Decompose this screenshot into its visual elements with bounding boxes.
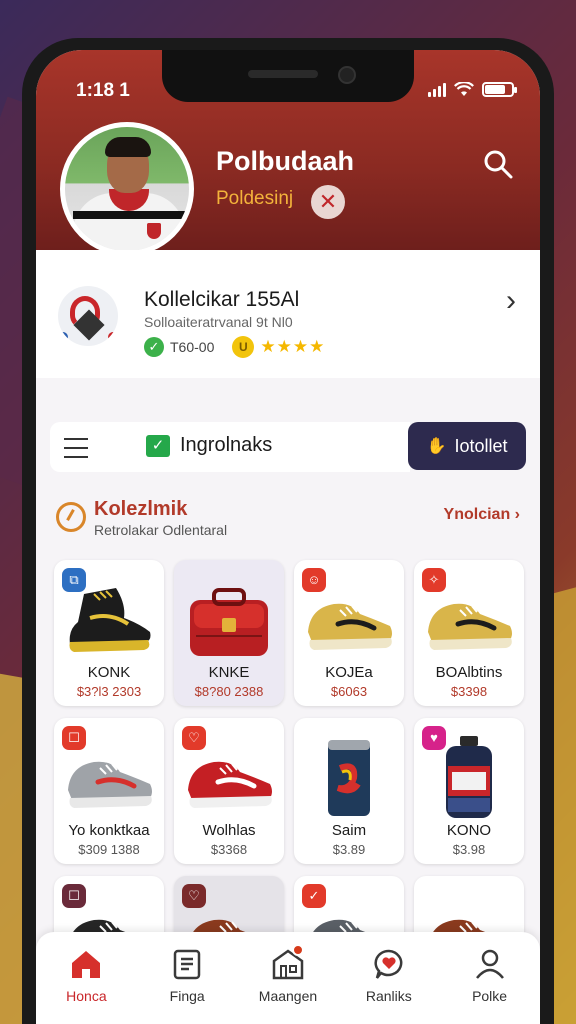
home-icon	[46, 946, 126, 982]
star-rating: ★★★★	[260, 337, 326, 356]
clock-icon	[56, 502, 86, 532]
collect-button[interactable]: ✋ Iotollet	[408, 422, 526, 470]
nav-label: Maangen	[258, 988, 318, 1004]
nav-label: Ranliks	[365, 988, 412, 1004]
tile-badge-icon: ☐	[62, 884, 86, 908]
phone-frame: 1:18 1 Polbudaah Poldesinj ✕ Kollelcikar…	[22, 38, 554, 1024]
chat-heart-icon	[349, 946, 429, 982]
coin-icon: U	[232, 336, 255, 358]
section-title: Kolezlmik	[94, 498, 188, 520]
tile-badge-icon: ☺	[302, 568, 326, 592]
bag-red-image	[174, 574, 284, 664]
tile-badge-icon: ✧	[422, 568, 446, 592]
product-tile[interactable]: ☐ Yo konktkaa $309 1388	[54, 718, 164, 864]
search-icon[interactable]	[482, 148, 514, 180]
nav-item-ranliks[interactable]: Ranliks	[349, 946, 429, 1004]
menu-icon[interactable]	[64, 438, 88, 458]
collection-logo	[58, 286, 118, 346]
main-content: Kollelcikar 155Al Solloaiteratrvanal 9t …	[36, 250, 540, 1024]
product-tile[interactable]: KNKE $8?80 2388	[174, 560, 284, 706]
product-name: KONO	[446, 822, 492, 839]
bottom-navigation: Honca Finga Maangen Ranliks Polke	[36, 932, 540, 1024]
product-tile[interactable]: ☺ KOJEa $6063	[294, 560, 404, 706]
product-tile[interactable]: ✧ BOAlbtins $3398	[414, 560, 524, 706]
collection-card[interactable]: Kollelcikar 155Al Solloaiteratrvanal 9t …	[36, 250, 540, 378]
tab-bar: ✓ Ingrolnaks	[50, 422, 410, 472]
product-price: $3368	[210, 842, 248, 857]
product-name: KNKE	[208, 664, 250, 681]
document-icon	[147, 946, 227, 982]
wifi-icon	[454, 82, 474, 96]
nav-item-polke[interactable]: Polke	[450, 946, 530, 1004]
product-tile[interactable]: ♥ KONO $3.98	[414, 718, 524, 864]
product-price: $309 1388	[78, 842, 140, 857]
profile-header: 1:18 1 Polbudaah Poldesinj ✕	[36, 50, 540, 256]
profile-icon	[450, 946, 530, 982]
product-name: Wolhlas	[202, 822, 256, 839]
nav-label: Finga	[169, 988, 205, 1004]
nav-item-maangen[interactable]: Maangen	[248, 944, 328, 1004]
profile-name: Polbudaah	[216, 146, 355, 176]
signal-icon	[428, 82, 446, 97]
tile-badge-icon: ♥	[422, 726, 446, 750]
tab-active[interactable]: ✓ Ingrolnaks	[146, 434, 272, 457]
camera-icon	[338, 66, 356, 84]
can-image	[294, 732, 404, 822]
nav-label: Honca	[66, 988, 107, 1004]
tab-row: ✓ Ingrolnaks ✋ Iotollet	[50, 422, 526, 472]
product-name: KONK	[87, 664, 131, 681]
product-price: $3398	[450, 684, 488, 699]
nav-label: Polke	[472, 988, 508, 1004]
product-name: KOJEa	[325, 664, 373, 681]
product-price: $8?80 2388	[194, 684, 264, 699]
check-icon: ✓	[144, 337, 164, 357]
nav-item-honca[interactable]: Honca	[46, 946, 126, 1004]
flag-icon: ✓	[146, 434, 170, 457]
product-price: $3.89	[332, 842, 366, 857]
section-subtitle: Retrolakar Odlentaral	[94, 522, 228, 538]
collection-title: Kollelcikar 155Al	[144, 288, 300, 311]
product-name: BOAlbtins	[435, 664, 503, 681]
tile-badge-icon: ☐	[62, 726, 86, 750]
profile-subtitle: Poldesinj	[216, 188, 294, 209]
close-button[interactable]: ✕	[311, 185, 345, 219]
battery-icon	[482, 82, 517, 97]
product-price: $3.98	[452, 842, 486, 857]
product-price: $6063	[330, 684, 368, 699]
app-screen: 1:18 1 Polbudaah Poldesinj ✕ Kollelcikar…	[36, 50, 540, 1024]
collection-meta: ✓ T60-00 U ★★★★	[144, 336, 325, 358]
status-time: 1:18 1	[76, 80, 130, 101]
chevron-right-icon[interactable]: ›	[506, 284, 516, 318]
phone-notch	[162, 50, 414, 102]
product-tile[interactable]: ⧉ KONK $3?l3 2303	[54, 560, 164, 706]
product-tile[interactable]: ♡ Wolhlas $3368	[174, 718, 284, 864]
product-name: Yo konktkaa	[68, 822, 150, 839]
store-icon	[248, 946, 328, 982]
status-icons	[428, 82, 517, 97]
product-price: $3?l3 2303	[76, 684, 142, 699]
tile-badge-icon: ✓	[302, 884, 326, 908]
collection-subtitle: Solloaiteratrvanal 9t Nl0	[144, 314, 293, 330]
product-tile[interactable]: Saim $3.89	[294, 718, 404, 864]
product-name: Saim	[331, 822, 367, 839]
avatar[interactable]	[60, 122, 194, 256]
tab-label: Ingrolnaks	[180, 434, 273, 456]
collection-rating-text: T60-00	[170, 339, 215, 355]
hand-icon: ✋	[426, 438, 447, 455]
tile-badge-icon: ♡	[182, 884, 206, 908]
notification-dot	[291, 944, 304, 956]
see-all-link[interactable]: Ynolcian ›	[444, 506, 520, 524]
tile-badge-icon: ⧉	[62, 568, 86, 592]
nav-item-finga[interactable]: Finga	[147, 946, 227, 1004]
tile-badge-icon: ♡	[182, 726, 206, 750]
collect-button-label: Iotollet	[454, 435, 508, 456]
section-header: Kolezlmik Retrolakar Odlentaral Ynolcian…	[56, 496, 520, 540]
speaker-icon	[248, 70, 318, 78]
